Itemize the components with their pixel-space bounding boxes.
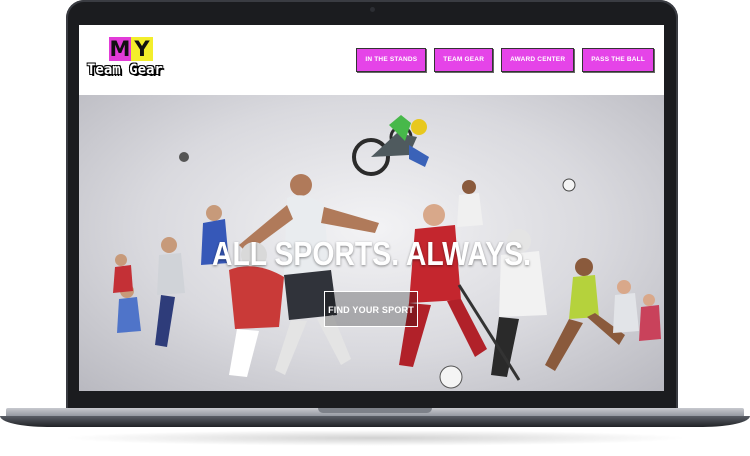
nav-award-center-button[interactable]: AWARD CENTER — [501, 48, 575, 72]
nav-in-the-stands-button[interactable]: IN THE STANDS — [356, 48, 427, 72]
motocross-rider-figure — [352, 115, 429, 176]
logo-wordmark: Team Gear — [87, 62, 163, 78]
nav-pass-the-ball-button[interactable]: PASS THE BALL — [582, 48, 654, 72]
webcam-icon — [370, 7, 375, 12]
site-header: M Y Team Gear IN THE STANDS TEAM GEAR AW… — [79, 25, 664, 95]
laptop-shadow — [60, 430, 690, 446]
laptop-base-bottom — [0, 416, 750, 427]
find-your-sport-button[interactable]: FIND YOUR SPORT — [324, 291, 418, 327]
website-screen: M Y Team Gear IN THE STANDS TEAM GEAR AW… — [79, 25, 664, 391]
site-logo[interactable]: M Y Team Gear — [87, 35, 182, 85]
ball-icon — [179, 152, 189, 162]
nav-team-gear-button[interactable]: TEAM GEAR — [434, 48, 494, 72]
green-runner-figure — [545, 258, 625, 371]
left-athletes-figures — [113, 205, 229, 347]
soccer-ball-icon — [439, 365, 463, 389]
red-player-figure — [399, 204, 487, 367]
hero-banner: ALL SPORTS. ALWAYS. FIND YOUR SPORT — [79, 95, 664, 391]
laptop-base — [0, 408, 750, 430]
main-nav: IN THE STANDS TEAM GEAR AWARD CENTER PAS… — [356, 48, 654, 72]
logo-letter-m: M — [109, 37, 131, 61]
laptop-hinge-notch — [318, 408, 432, 413]
logo-letter-y: Y — [131, 37, 153, 61]
hero-heading: ALL SPORTS. ALWAYS. — [211, 235, 532, 272]
soccer-ball-icon — [562, 178, 576, 192]
